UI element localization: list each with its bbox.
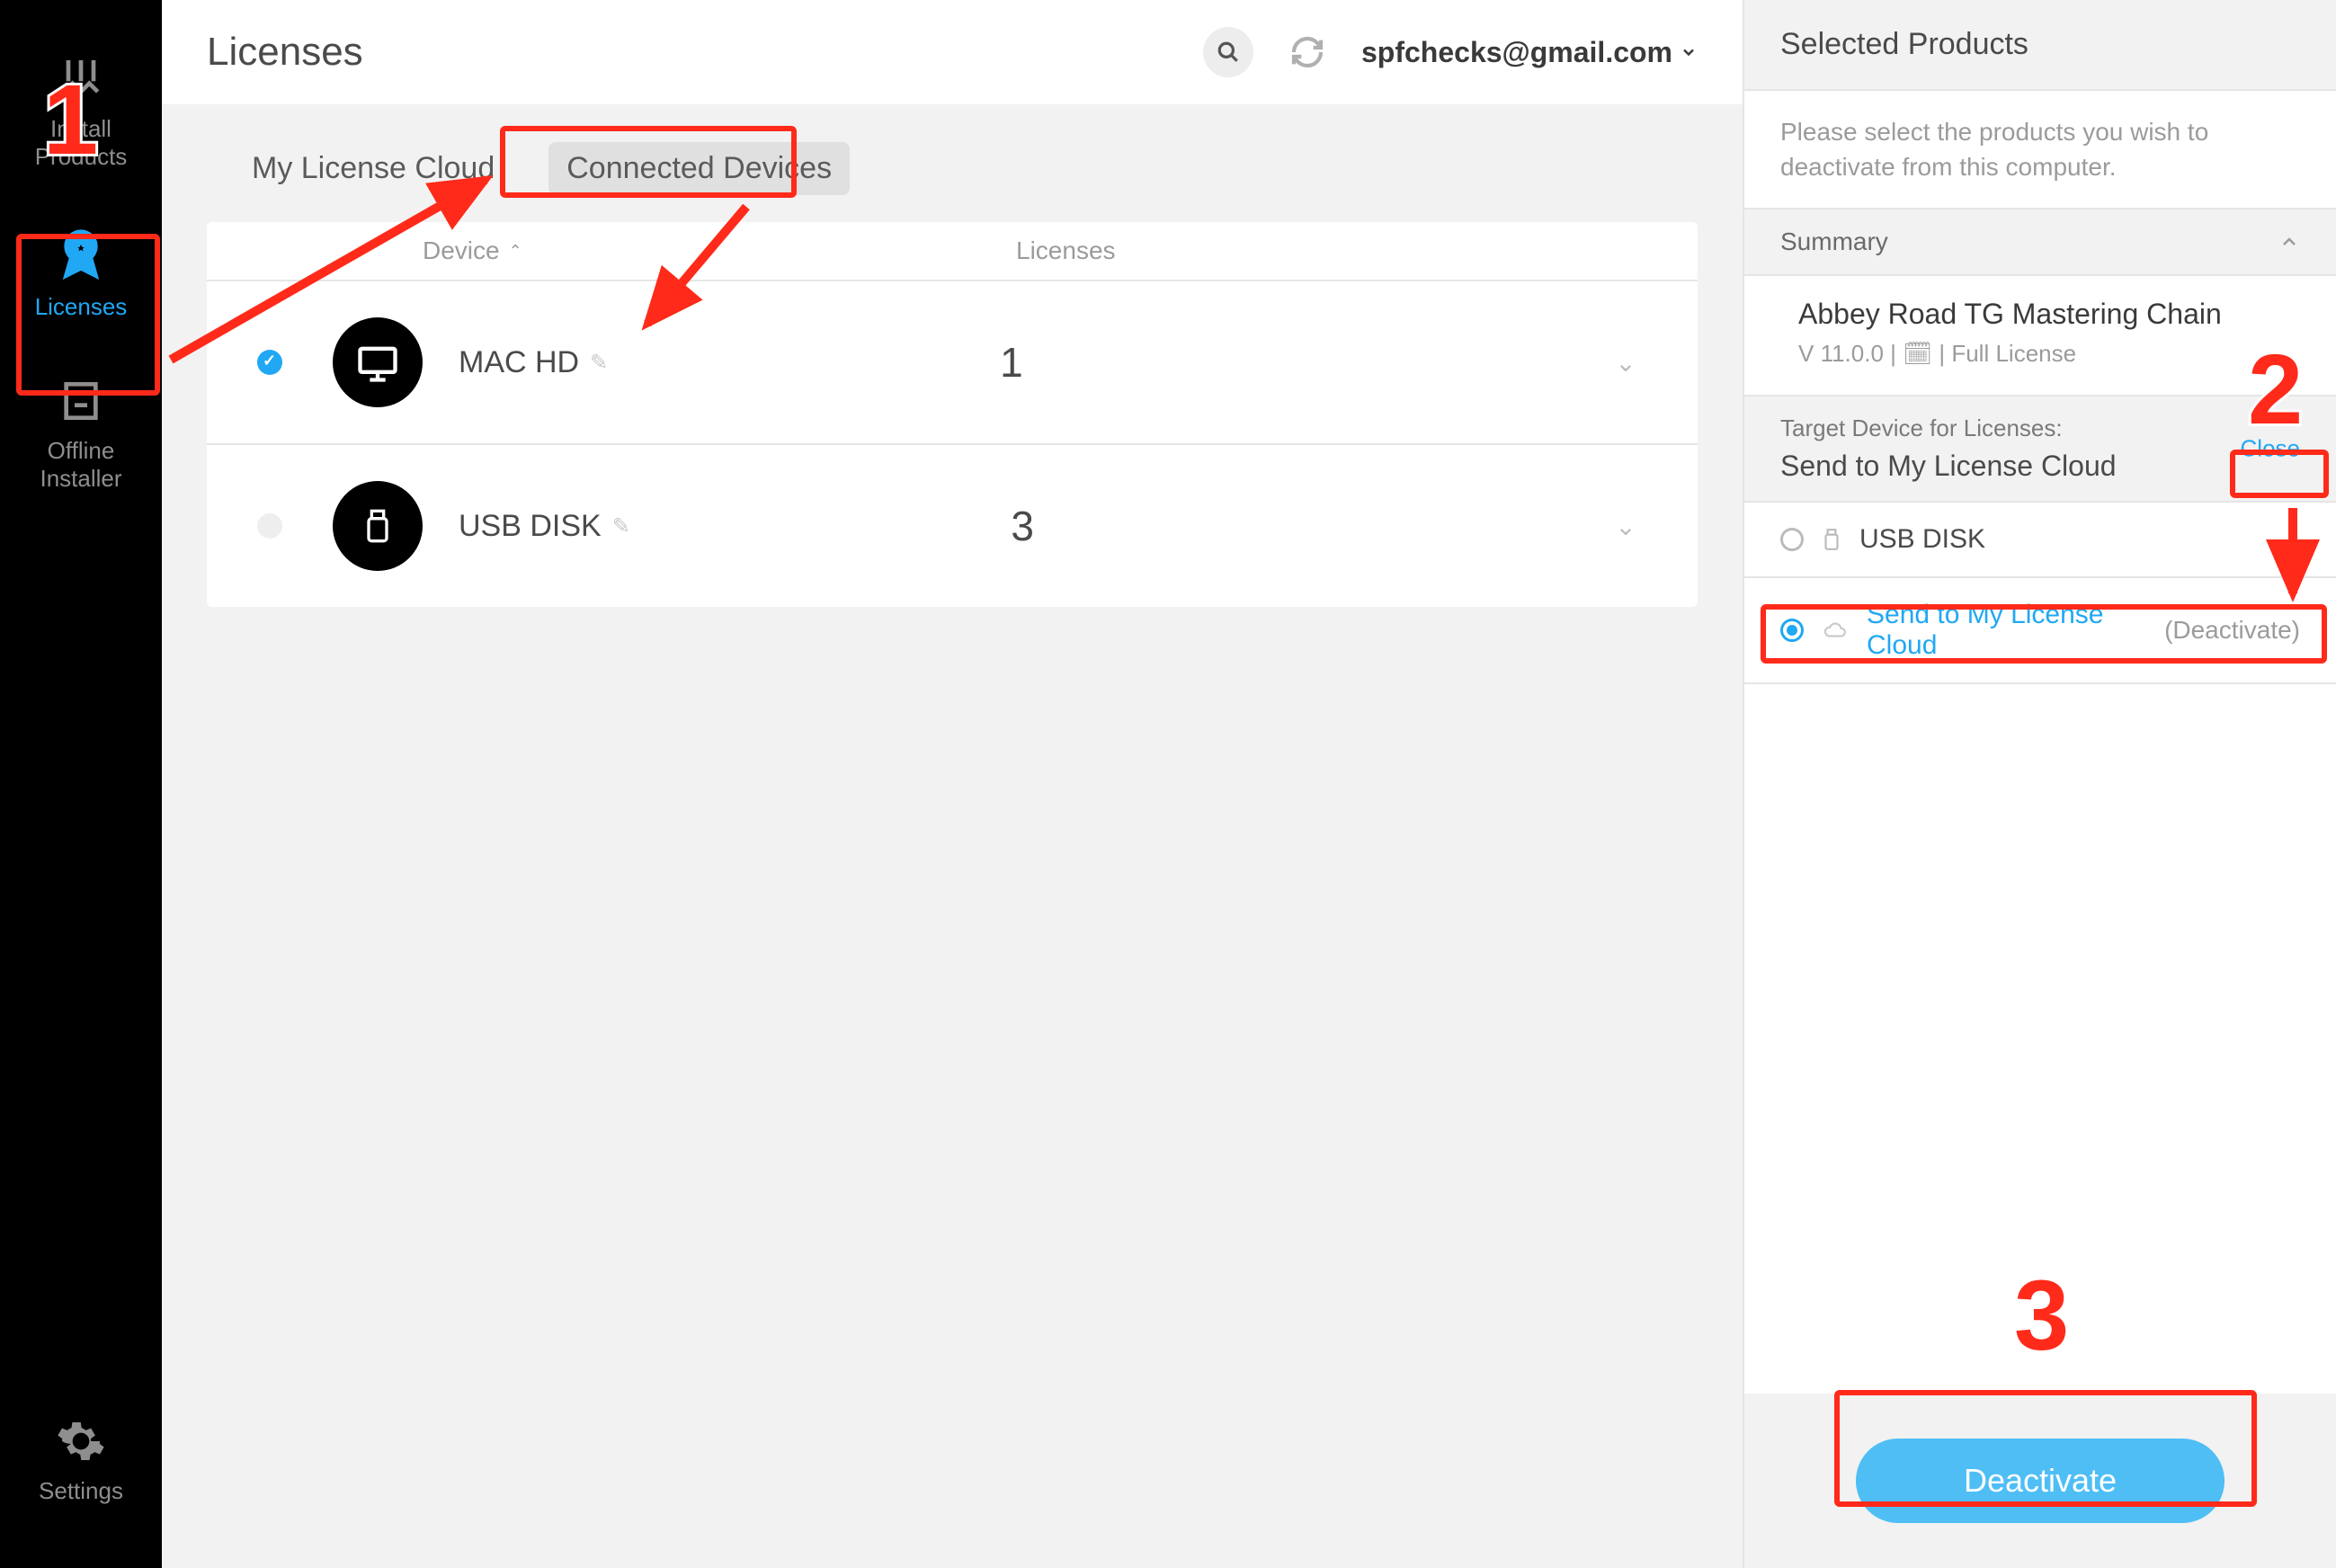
expand-row[interactable]: ⌄ bbox=[1590, 348, 1662, 378]
target-option-cloud[interactable]: Send to My License Cloud (Deactivate) bbox=[1744, 578, 2336, 684]
install-icon bbox=[56, 54, 106, 104]
devices-table: Device ⌃ Licenses MAC HD ✎ 1 ⌄ bbox=[207, 222, 1698, 607]
usb-icon bbox=[1820, 525, 1843, 554]
table-row[interactable]: USB DISK ✎ 3 ⌄ bbox=[207, 445, 1698, 607]
license-count: 1 bbox=[964, 338, 1234, 387]
col-device-label: Device bbox=[423, 236, 500, 265]
sidebar-item-label: Licenses bbox=[35, 293, 128, 321]
chevron-up-icon bbox=[2278, 231, 2300, 253]
search-button[interactable] bbox=[1203, 27, 1253, 77]
summary-label: Summary bbox=[1780, 227, 1888, 256]
chevron-down-icon: ⌄ bbox=[1615, 349, 1636, 377]
main-area: Licenses spfchecks@gmail.com My License … bbox=[162, 0, 1743, 1568]
search-icon bbox=[1217, 40, 1240, 64]
licenses-icon bbox=[52, 225, 110, 282]
option-label: USB DISK bbox=[1859, 524, 1985, 555]
page-title: Licenses bbox=[207, 30, 363, 75]
gear-icon bbox=[56, 1416, 106, 1466]
usb-icon bbox=[333, 481, 423, 571]
target-value: Send to My License Cloud bbox=[1780, 450, 2300, 483]
license-count: 3 bbox=[975, 502, 1244, 550]
panel-footer: Deactivate bbox=[1744, 1394, 2336, 1568]
panel-title: Selected Products bbox=[1744, 0, 2336, 91]
sidebar-item-settings[interactable]: Settings bbox=[0, 1389, 162, 1532]
edit-icon[interactable]: ✎ bbox=[590, 350, 608, 376]
chevron-down-icon: ⌄ bbox=[1615, 512, 1636, 540]
col-device[interactable]: Device ⌃ bbox=[423, 236, 1016, 265]
sidebar-item-offline-installer[interactable]: Offline Installer bbox=[0, 349, 162, 520]
device-name: MAC HD ✎ bbox=[459, 345, 608, 380]
radio-icon bbox=[1780, 528, 1804, 551]
radio-icon bbox=[1780, 619, 1804, 642]
table-row[interactable]: MAC HD ✎ 1 ⌄ bbox=[207, 281, 1698, 445]
refresh-icon bbox=[1289, 34, 1325, 70]
tab-connected-devices[interactable]: Connected Devices bbox=[548, 142, 850, 195]
product-item: Abbey Road TG Mastering Chain V 11.0.0 |… bbox=[1744, 276, 2336, 396]
close-target-picker[interactable]: Close bbox=[2241, 435, 2300, 463]
device-name: USB DISK ✎ bbox=[459, 509, 630, 544]
chevron-down-icon bbox=[1680, 43, 1698, 61]
target-option-usb[interactable]: USB DISK bbox=[1744, 503, 2336, 578]
product-meta: V 11.0.0 | 🗓 | Full License bbox=[1798, 340, 2300, 368]
content: My License Cloud Connected Devices Devic… bbox=[162, 106, 1743, 1568]
refresh-button[interactable] bbox=[1289, 34, 1325, 70]
account-email: spfchecks@gmail.com bbox=[1361, 36, 1672, 69]
target-device-section: Target Device for Licenses: Send to My L… bbox=[1744, 396, 2336, 503]
product-name: Abbey Road TG Mastering Chain bbox=[1798, 298, 2300, 331]
offline-installer-icon bbox=[56, 376, 106, 426]
sidebar-item-label: Offline Installer bbox=[40, 437, 121, 493]
tab-strip: My License Cloud Connected Devices bbox=[207, 106, 1698, 222]
sidebar-item-install-products[interactable]: Install Products bbox=[0, 27, 162, 198]
sidebar-item-label: Settings bbox=[39, 1477, 123, 1505]
sort-asc-icon: ⌃ bbox=[509, 242, 522, 261]
table-header: Device ⌃ Licenses bbox=[207, 222, 1698, 281]
summary-toggle[interactable]: Summary bbox=[1744, 208, 2336, 276]
cloud-icon bbox=[1820, 619, 1850, 642]
edit-icon[interactable]: ✎ bbox=[612, 513, 630, 539]
sidebar: Install Products Licenses Offline Instal… bbox=[0, 0, 162, 1568]
target-label: Target Device for Licenses: bbox=[1780, 414, 2300, 442]
row-select-indicator[interactable] bbox=[257, 350, 282, 375]
tab-my-license-cloud[interactable]: My License Cloud bbox=[234, 142, 513, 195]
computer-icon bbox=[333, 317, 423, 407]
option-label: Send to My License Cloud bbox=[1867, 600, 2148, 661]
sidebar-item-label: Install Products bbox=[35, 115, 128, 171]
row-select-indicator[interactable] bbox=[257, 513, 282, 539]
account-menu[interactable]: spfchecks@gmail.com bbox=[1361, 36, 1698, 69]
selected-products-panel: Selected Products Please select the prod… bbox=[1743, 0, 2336, 1568]
sidebar-item-licenses[interactable]: Licenses bbox=[0, 198, 162, 348]
deactivate-button[interactable]: Deactivate bbox=[1856, 1439, 2225, 1523]
option-suffix: (Deactivate) bbox=[2164, 616, 2300, 645]
panel-hint: Please select the products you wish to d… bbox=[1744, 91, 2336, 208]
col-licenses[interactable]: Licenses bbox=[1016, 236, 1482, 265]
expand-row[interactable]: ⌄ bbox=[1590, 512, 1662, 541]
topbar: Licenses spfchecks@gmail.com bbox=[162, 0, 1743, 106]
